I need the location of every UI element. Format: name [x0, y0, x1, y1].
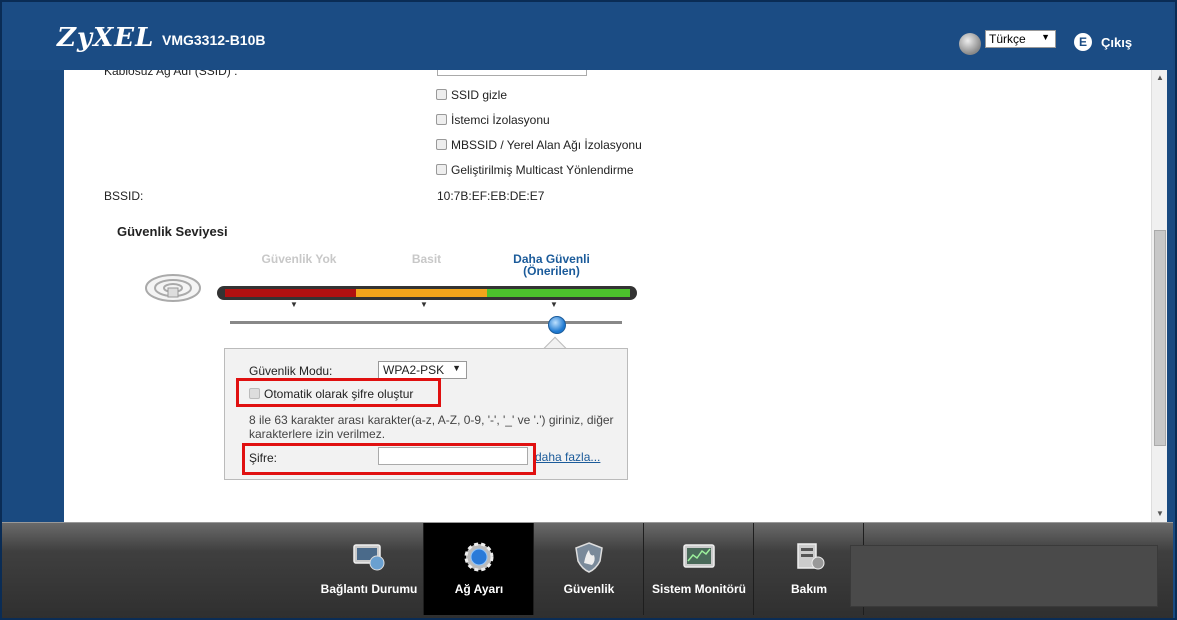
- option-label: İstemci İzolasyonu: [451, 113, 550, 127]
- monitor-globe-icon: [353, 544, 385, 571]
- level-bar-none: [225, 289, 356, 297]
- bottom-nav: Bağlantı Durumu Ağ Ayarı Güvenlik Sistem…: [2, 522, 1173, 618]
- level-marker-icon: ▼: [550, 300, 558, 309]
- user-avatar-icon: [959, 33, 981, 55]
- checkbox[interactable]: [436, 164, 447, 175]
- logout-button[interactable]: Çıkış: [1101, 35, 1132, 50]
- nav-label: Sistem Monitörü: [651, 582, 746, 596]
- scroll-down-icon[interactable]: ▼: [1152, 506, 1168, 522]
- level-bar-secure: [487, 289, 630, 297]
- option-label: Geliştirilmiş Multicast Yönlendirme: [451, 163, 634, 177]
- nav-system-monitor[interactable]: Sistem Monitörü: [644, 523, 754, 615]
- checkbox[interactable]: [436, 139, 447, 150]
- chevron-down-icon: ▼: [452, 363, 461, 373]
- level-secure-note: (Önerilen): [523, 264, 580, 278]
- language-select[interactable]: Türkçe ▼: [985, 30, 1056, 48]
- settings-content: Kablosuz Ağ Adı (SSID) : SSID gizle İste…: [64, 70, 1151, 522]
- model-name: VMG3312-B10B: [162, 32, 266, 48]
- checkbox[interactable]: [436, 89, 447, 100]
- logout-icon[interactable]: E: [1074, 33, 1092, 51]
- ssid-label: Kablosuz Ağ Adı (SSID) :: [104, 70, 238, 78]
- option-multicast-forwarding[interactable]: Geliştirilmiş Multicast Yönlendirme: [436, 163, 634, 177]
- nav-network-setting[interactable]: Ağ Ayarı: [424, 523, 534, 615]
- level-none-label[interactable]: Güvenlik Yok: [244, 252, 354, 266]
- highlight-password: [242, 443, 536, 475]
- checkbox[interactable]: [436, 114, 447, 125]
- more-link[interactable]: daha fazla...: [535, 450, 600, 464]
- vertical-scrollbar[interactable]: ▲ ▼: [1151, 70, 1167, 522]
- wifi-router-icon: [145, 274, 201, 302]
- highlight-auto-password: [236, 378, 441, 407]
- security-level-title: Güvenlik Seviyesi: [117, 224, 228, 239]
- option-client-isolation[interactable]: İstemci İzolasyonu: [436, 113, 550, 127]
- bssid-label: BSSID:: [104, 189, 144, 203]
- top-header: ZyXEL VMG3312-B10B Türkçe ▼ E Çıkış: [2, 2, 1173, 70]
- nav-label: Güvenlik: [563, 582, 615, 596]
- option-label: MBSSID / Yerel Alan Ağı İzolasyonu: [451, 138, 642, 152]
- option-label: SSID gizle: [451, 88, 508, 102]
- nav-label: Bakım: [790, 582, 828, 596]
- level-marker-icon: ▼: [420, 300, 428, 309]
- nav-label: Ağ Ayarı: [454, 582, 504, 596]
- security-mode-value: WPA2-PSK: [383, 363, 445, 377]
- chevron-down-icon: ▼: [1041, 32, 1050, 42]
- nav-security[interactable]: Güvenlik: [534, 523, 644, 615]
- scroll-up-icon[interactable]: ▲: [1152, 70, 1168, 86]
- bssid-value: 10:7B:EF:EB:DE:E7: [437, 189, 545, 203]
- scroll-thumb[interactable]: [1154, 230, 1166, 446]
- security-slider-knob[interactable]: [548, 316, 566, 334]
- nav-maintenance[interactable]: Bakım: [754, 523, 864, 615]
- level-basic-label[interactable]: Basit: [384, 252, 469, 266]
- maintenance-icon: [797, 543, 825, 570]
- security-mode-select[interactable]: WPA2-PSK ▼: [378, 361, 467, 379]
- shield-icon: [575, 542, 603, 573]
- option-hide-ssid[interactable]: SSID gizle: [436, 88, 507, 102]
- password-hint: 8 ile 63 karakter arası karakter(a-z, A-…: [249, 413, 614, 441]
- brand-logo: ZyXEL: [57, 23, 155, 53]
- level-secure-label[interactable]: Daha Güvenli (Önerilen): [494, 253, 609, 277]
- nav-label: Bağlantı Durumu: [320, 582, 418, 596]
- nav-empty-area: [850, 545, 1158, 607]
- level-marker-icon: ▼: [290, 300, 298, 309]
- security-level-bar: [217, 286, 637, 300]
- option-mbssid-isolation[interactable]: MBSSID / Yerel Alan Ağı İzolasyonu: [436, 138, 642, 152]
- chart-monitor-icon: [683, 544, 715, 568]
- nav-connection-status[interactable]: Bağlantı Durumu: [314, 523, 424, 615]
- gear-globe-icon: [464, 542, 494, 572]
- ssid-input[interactable]: [437, 70, 587, 76]
- language-value: Türkçe: [989, 32, 1026, 46]
- security-mode-label: Güvenlik Modu:: [249, 364, 333, 378]
- level-bar-basic: [356, 289, 487, 297]
